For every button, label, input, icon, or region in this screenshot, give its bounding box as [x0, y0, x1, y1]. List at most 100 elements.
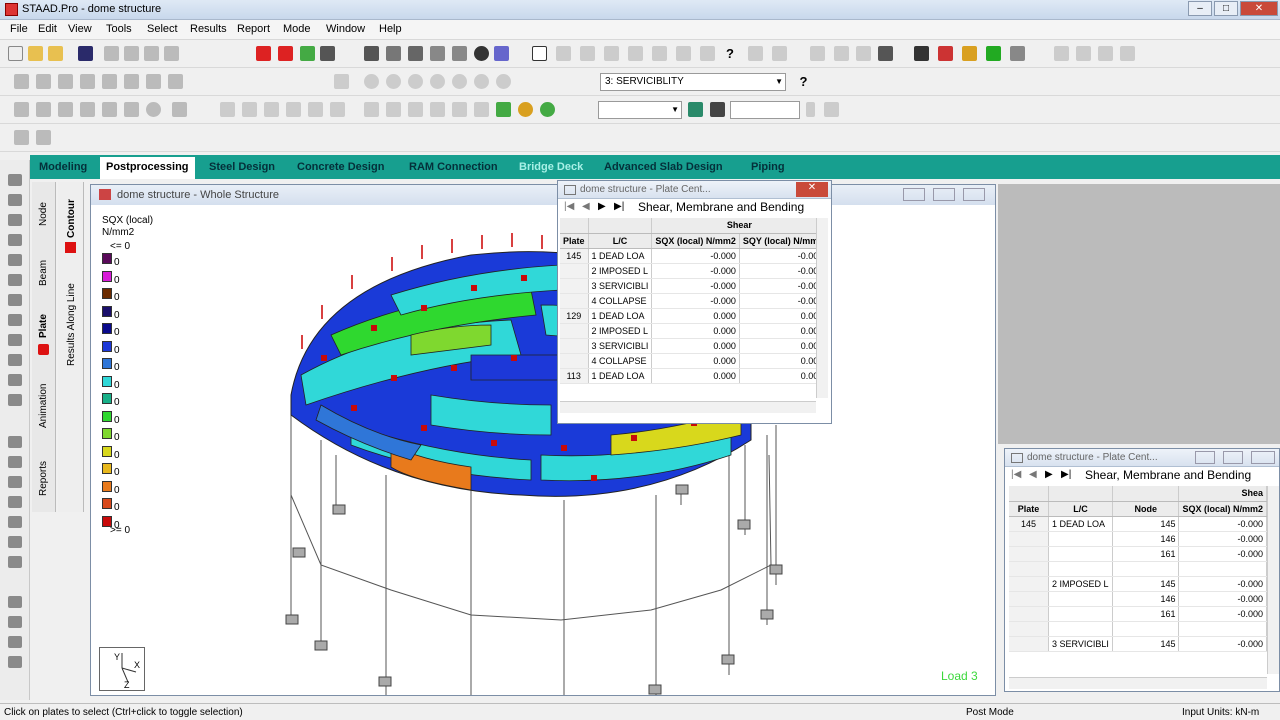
- view-icon-c[interactable]: [58, 74, 73, 89]
- value-input[interactable]: [730, 101, 800, 119]
- maximize-button[interactable]: □: [1214, 1, 1238, 16]
- window-icon-b[interactable]: [1076, 46, 1091, 61]
- document-icon[interactable]: [386, 46, 401, 61]
- highlight-icon[interactable]: [540, 102, 555, 117]
- vtab-plate[interactable]: Plate: [38, 314, 49, 338]
- select-icon-a[interactable]: [556, 46, 571, 61]
- view-icon-b[interactable]: [36, 74, 51, 89]
- selection-icon-g[interactable]: [496, 102, 511, 117]
- left-tool-icon-2[interactable]: [8, 194, 22, 206]
- menu-tools[interactable]: Tools: [106, 23, 132, 35]
- table2-vertical-scrollbar[interactable]: [1267, 486, 1279, 674]
- column-header[interactable]: SQX (local) N/mm2: [651, 233, 740, 249]
- select-icon-c[interactable]: [604, 46, 619, 61]
- child-maximize-button[interactable]: [933, 188, 955, 201]
- tab-steel-design[interactable]: Steel Design: [209, 161, 275, 173]
- picture-icon[interactable]: [452, 46, 467, 61]
- support-node[interactable]: [285, 614, 299, 625]
- left-tool-icon-15[interactable]: [8, 476, 22, 488]
- left-tool-icon-3[interactable]: [8, 214, 22, 226]
- support-node[interactable]: [332, 504, 346, 515]
- support-node[interactable]: [292, 547, 306, 558]
- table-row[interactable]: 145 1 DEAD LOA -0.000 -0.002: [560, 248, 828, 264]
- column-header[interactable]: Plate: [1009, 501, 1050, 517]
- select-icon-g[interactable]: [700, 46, 715, 61]
- table-row[interactable]: 145 1 DEAD LOA 145 -0.000: [1009, 516, 1267, 532]
- tab-piping[interactable]: Piping: [751, 161, 785, 173]
- vtab-beam[interactable]: Beam: [38, 260, 49, 286]
- structure-view-icon-f[interactable]: [124, 102, 139, 117]
- label-icon-a[interactable]: [810, 46, 825, 61]
- help-icon[interactable]: ?: [726, 46, 741, 61]
- table1-close-button[interactable]: ✕: [796, 182, 828, 197]
- copy-picture-icon[interactable]: [430, 46, 445, 61]
- tool-icon[interactable]: [320, 46, 335, 61]
- left-tool-icon-23[interactable]: [8, 656, 22, 668]
- vtab-contour[interactable]: Contour: [66, 199, 77, 238]
- table-row[interactable]: 146 -0.000: [1009, 591, 1267, 607]
- cursor-icon[interactable]: [748, 46, 763, 61]
- cursor-surface-icon[interactable]: [308, 102, 323, 117]
- left-tool-icon-10[interactable]: [8, 354, 22, 366]
- view-icon-g[interactable]: [146, 74, 161, 89]
- structure-view-icon-a[interactable]: [14, 102, 29, 117]
- structure-view-icon-h[interactable]: [172, 102, 187, 117]
- tab-concrete-design[interactable]: Concrete Design: [297, 161, 384, 173]
- left-tool-icon-9[interactable]: [8, 334, 22, 346]
- vtab-reports[interactable]: Reports: [38, 461, 49, 496]
- load-case-select[interactable]: 3: SERVICIBLITY ▼: [600, 73, 786, 91]
- label-icon-b[interactable]: [834, 46, 849, 61]
- layout-icon-b[interactable]: [36, 130, 51, 145]
- copy-icon[interactable]: [144, 46, 159, 61]
- pan-icon[interactable]: [452, 74, 467, 89]
- child-close-button[interactable]: [963, 188, 985, 201]
- left-tool-icon-20[interactable]: [8, 596, 22, 608]
- left-tool-icon-7[interactable]: [8, 294, 22, 306]
- left-tool-icon-1[interactable]: [8, 174, 22, 186]
- group-icon[interactable]: [518, 102, 533, 117]
- info-icon[interactable]: [494, 46, 509, 61]
- cursor-beam-icon[interactable]: [242, 102, 257, 117]
- table-row[interactable]: [1009, 561, 1267, 577]
- menu-view[interactable]: View: [68, 23, 92, 35]
- cursor-node-icon[interactable]: [220, 102, 235, 117]
- spin-icon[interactable]: [806, 102, 815, 117]
- tab-advanced-slab-design[interactable]: Advanced Slab Design: [604, 161, 723, 173]
- zoom-dynamic-icon[interactable]: [408, 74, 423, 89]
- cursor-solid-icon[interactable]: [286, 102, 301, 117]
- table-row[interactable]: 4 COLLAPSE 0.000 0.001: [560, 353, 828, 369]
- table2-grid[interactable]: Shea Plate L/C Node SQX (local) N/mm2 145 1 …: [1009, 486, 1267, 652]
- support-node[interactable]: [737, 519, 751, 530]
- table-row[interactable]: 3 SERVICIBLI -0.000 -0.003: [560, 278, 828, 294]
- select-icon-b[interactable]: [580, 46, 595, 61]
- support-node[interactable]: [648, 684, 662, 695]
- left-tool-icon-16[interactable]: [8, 496, 22, 508]
- left-tool-icon-12[interactable]: [8, 394, 22, 406]
- apply-icon[interactable]: [824, 102, 839, 117]
- zoom-all-icon[interactable]: [474, 74, 489, 89]
- table-row[interactable]: 2 IMPOSED L 145 -0.000: [1009, 576, 1267, 592]
- window-icon-c[interactable]: [1098, 46, 1113, 61]
- cursor-geometry-icon[interactable]: [330, 102, 345, 117]
- structure-view-icon-g[interactable]: [146, 102, 161, 117]
- left-tool-icon-8[interactable]: [8, 314, 22, 326]
- menu-report[interactable]: Report: [237, 23, 270, 35]
- support-node[interactable]: [675, 484, 689, 495]
- table-row[interactable]: 129 1 DEAD LOA 0.000 0.000: [560, 308, 828, 324]
- column-header[interactable]: SQY (local) N/mm2: [739, 233, 828, 249]
- table-row[interactable]: 161 -0.000: [1009, 546, 1267, 562]
- green-grid-icon[interactable]: [300, 46, 315, 61]
- zoom-previous-icon[interactable]: [430, 74, 445, 89]
- structure-viewport[interactable]: [91, 205, 995, 695]
- menu-select[interactable]: Select: [147, 23, 178, 35]
- table-row[interactable]: 113 1 DEAD LOA 0.000 0.000: [560, 368, 828, 384]
- new-file-icon[interactable]: [8, 46, 23, 61]
- column-header[interactable]: Plate: [560, 233, 589, 249]
- zoom-out-icon[interactable]: [386, 74, 401, 89]
- cut-icon[interactable]: [124, 46, 139, 61]
- rotate-icon[interactable]: [878, 46, 893, 61]
- column-header[interactable]: SQX (local) N/mm2: [1178, 501, 1267, 517]
- selection-icon-a[interactable]: [364, 102, 379, 117]
- menu-results[interactable]: Results: [190, 23, 227, 35]
- selection-icon-d[interactable]: [430, 102, 445, 117]
